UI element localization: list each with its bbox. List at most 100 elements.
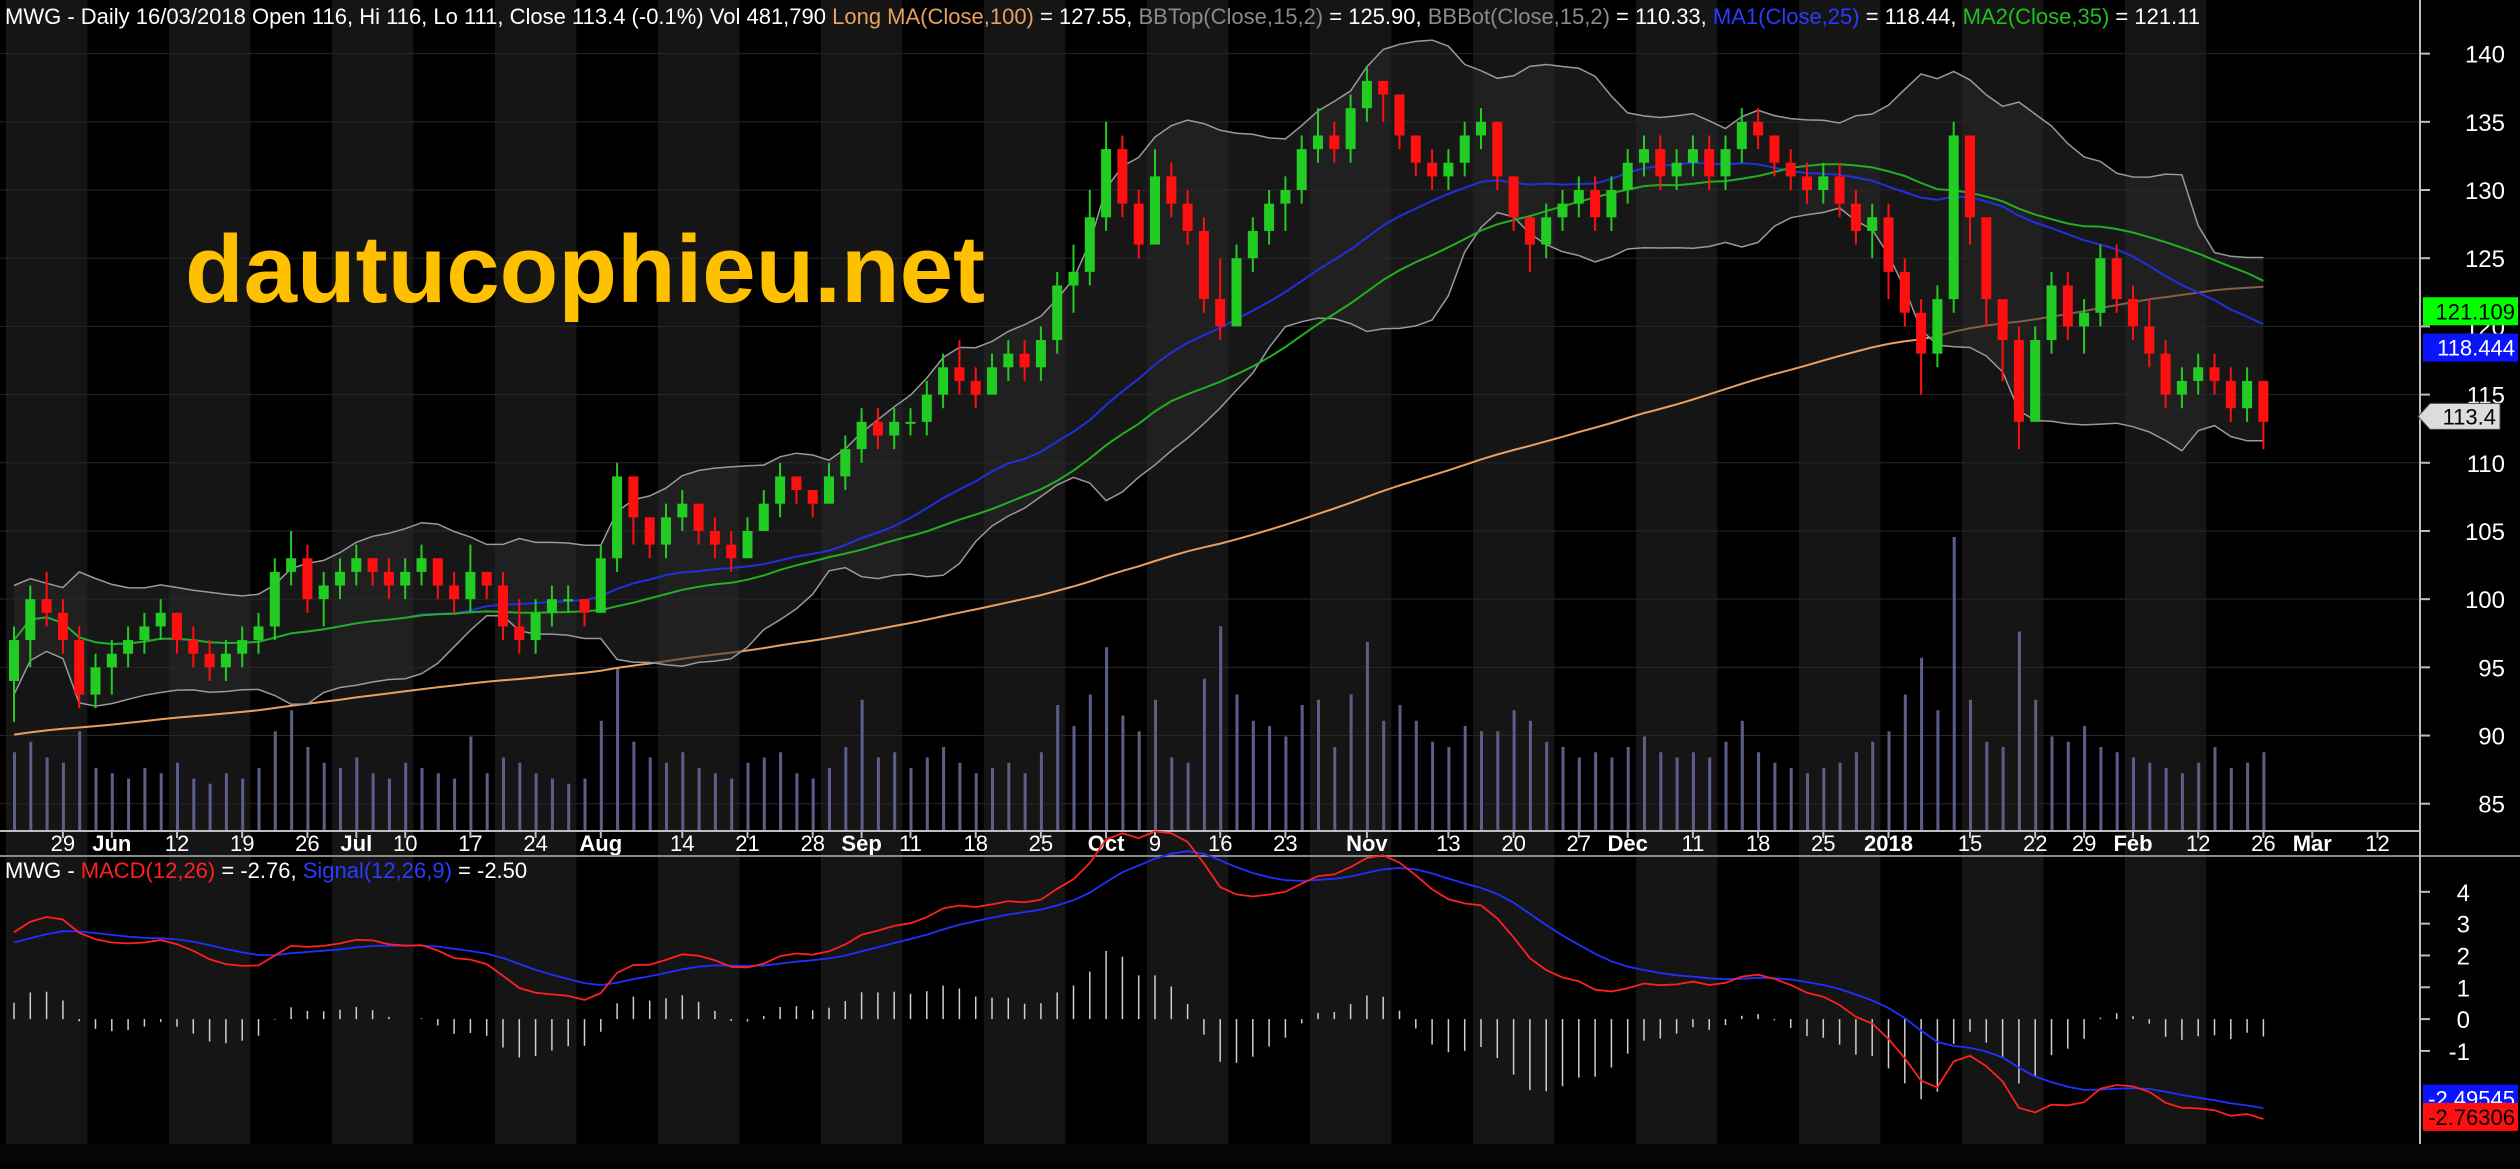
volume-bar [1317,699,1320,831]
volume-bar [1496,731,1500,831]
volume-bar [404,762,408,831]
price-tick-label: 95 [2478,655,2505,682]
volume-bar [1300,705,1304,831]
volume-bar [1969,699,1972,831]
candle-body [1785,162,1796,177]
candle-body [807,490,818,504]
volume-bar [1007,762,1011,831]
volume-bar [127,778,131,831]
date-label: 17 [458,831,482,856]
candle-body [1573,190,1584,204]
candle-body [1981,217,1992,300]
candle-body [1329,135,1340,150]
volume-bar [1773,762,1777,831]
candle-body [1117,149,1128,204]
volume-bar [534,773,538,831]
date-label: 16 [1208,831,1232,856]
bottom-scrollbar-area[interactable] [0,1144,2520,1164]
volume-bar [110,773,114,831]
candle-body [824,476,834,504]
candle-body [1818,176,1829,191]
volume-bar [371,773,375,831]
volume-bar [1708,757,1712,831]
price-tick-label: 110 [2467,451,2505,478]
candle-body [1427,162,1438,177]
week-band [168,0,251,1144]
candle-body [693,503,704,531]
volume-bar [1023,773,1027,831]
volume-bar [860,699,864,831]
volume-bar [1789,768,1793,831]
date-label: 18 [963,831,987,856]
price-tick-label: 85 [2478,792,2505,819]
volume-bar [78,731,82,831]
candle-body [2242,380,2253,409]
candle-body [742,530,753,559]
volume-bar [795,773,799,831]
volume-bar [1202,678,1206,831]
volume-bar [1333,747,1337,831]
date-label: Dec [1608,831,1648,856]
bbbot-value: = 110.33, [1610,4,1713,29]
volume-bar [1626,747,1630,831]
volume-bar [143,768,147,831]
candle-body [1492,121,1503,177]
volume-bar [1382,720,1386,831]
date-axis: 29 Jun 12 19 26 Jul 10 17 24 Aug 14 21 28 Sep 11 18 25 Oc… [51,831,2390,856]
volume-bar [273,731,277,831]
volume-bar [1447,747,1451,831]
macd-prefix: MWG - [5,858,81,883]
volume-bar [1528,720,1532,831]
candle-body [1541,217,1552,245]
bbtop-label: BBTop(Close,15,2) [1138,4,1323,29]
volume-bar [991,768,994,831]
candle-body [612,476,623,559]
candle-body [155,612,166,627]
candle-body [2013,340,2024,422]
macd-value: = -2.76, [215,858,302,883]
ma1-label: MA1(Close,25) [1713,4,1860,29]
volume-bar [648,757,652,831]
candle-body [1296,149,1307,191]
volume-bar [1349,694,1353,831]
candle-body [677,503,688,518]
volume-bar [1284,736,1288,831]
volume-bar [192,778,196,831]
volume-bar [746,762,750,831]
candle-body [1476,121,1486,136]
volume-bar [2213,747,2217,831]
volume-bar [224,773,228,831]
price-tick-label: 130 [2465,178,2505,205]
candle-body [872,421,883,436]
date-label: 26 [295,831,319,856]
stock-chart: dautucophieu.net MWG - Daily 16/03/2018 … [0,0,2520,1164]
volume-bar [2115,752,2119,831]
volume-bar [1643,736,1646,831]
volume-bar [453,778,457,831]
volume-bar [1757,752,1761,831]
candle-body [481,571,492,586]
ma2-price-tag-text: 121.109 [2435,299,2515,324]
volume-bar [1561,747,1565,831]
candle-body [2258,380,2269,422]
date-label: 14 [670,831,694,856]
candle-body [1394,94,1405,136]
candle-body [1557,203,1568,218]
date-label: 20 [1501,831,1525,856]
volume-bar [2262,752,2266,831]
volume-bar [1121,715,1125,831]
candle-body [1834,176,1845,204]
candle-body [970,380,981,395]
volume-bar [94,768,98,831]
candle-body [987,367,997,395]
volume-bar [45,757,49,831]
volume-bar [485,773,489,831]
candle-body [123,640,134,654]
candle-body [220,653,231,668]
candle-body [1524,217,1535,245]
volume-bar [1235,694,1239,831]
candle-body [1150,176,1160,245]
candle-body [253,626,264,641]
volume-bar [2050,736,2054,831]
date-label: Jul [340,831,372,856]
